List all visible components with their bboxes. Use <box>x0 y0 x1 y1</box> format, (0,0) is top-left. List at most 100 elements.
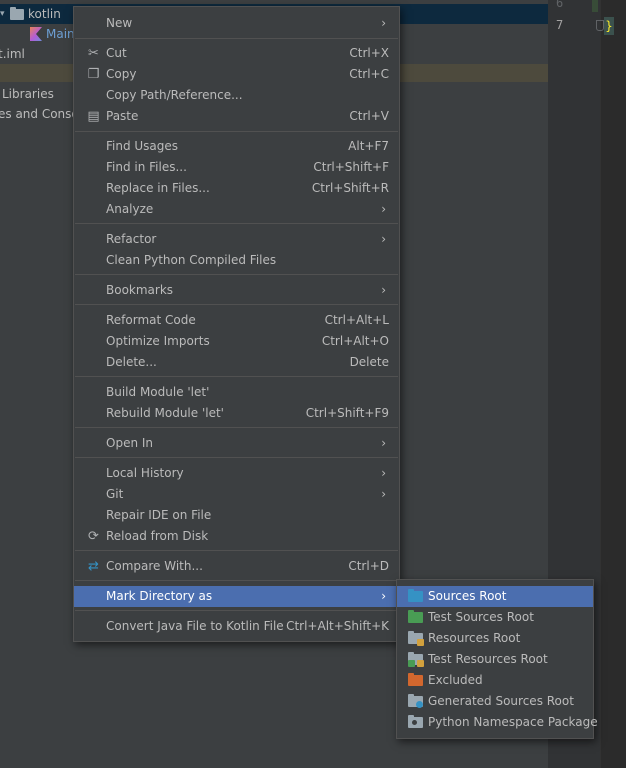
menu-item-shortcut: Ctrl+Alt+Shift+K <box>286 619 389 633</box>
menu-separator <box>75 38 398 39</box>
menu-item-reload-from-disk[interactable]: ⟳ Reload from Disk <box>74 526 399 547</box>
menu-item-clean-python[interactable]: Clean Python Compiled Files <box>74 250 399 271</box>
chevron-right-icon: › <box>381 232 386 246</box>
sources-root-icon <box>408 589 423 602</box>
cut-icon: ✂ <box>88 46 99 61</box>
menu-item-new[interactable]: New › <box>74 13 399 34</box>
mark-directory-submenu: Sources Root Test Sources Root Resources… <box>396 579 598 739</box>
menu-separator <box>75 550 398 551</box>
tree-folder-label: kotlin <box>28 7 61 21</box>
menu-item-shortcut: Ctrl+Alt+O <box>321 334 389 348</box>
menu-item-compare-with[interactable]: ⇄ Compare With... Ctrl+D <box>74 556 399 577</box>
menu-item-label: Mark Directory as <box>106 589 213 603</box>
submenu-item-excluded[interactable]: Excluded <box>397 670 593 691</box>
chevron-right-icon: › <box>381 487 386 501</box>
menu-separator <box>75 131 398 132</box>
fold-icon[interactable] <box>596 20 604 31</box>
menu-item-open-in[interactable]: Open In › <box>74 433 399 454</box>
tree-iml-label: t.iml <box>0 47 25 61</box>
chevron-right-icon: › <box>381 589 386 603</box>
menu-item-shortcut: Alt+F7 <box>348 139 389 153</box>
resources-badge-icon <box>417 660 424 667</box>
test-badge-icon <box>408 660 415 667</box>
menu-item-shortcut: Ctrl+Alt+L <box>324 313 389 327</box>
menu-item-label: Rebuild Module 'let' <box>106 406 224 420</box>
chevron-right-icon: › <box>381 283 386 297</box>
menu-item-mark-directory-as[interactable]: Mark Directory as › <box>74 586 399 607</box>
submenu-item-sources-root[interactable]: Sources Root <box>397 586 593 607</box>
submenu-item-label: Excluded <box>428 673 483 687</box>
menu-item-label: Clean Python Compiled Files <box>106 253 277 267</box>
menu-item-label: Paste <box>106 109 139 123</box>
chevron-right-icon: › <box>381 202 386 216</box>
tree-file-label: Main <box>46 27 75 41</box>
menu-separator <box>75 304 398 305</box>
menu-item-shortcut: Ctrl+D <box>348 559 389 573</box>
menu-item-optimize-imports[interactable]: Optimize Imports Ctrl+Alt+O <box>74 331 399 352</box>
submenu-item-test-resources-root[interactable]: Test Resources Root <box>397 649 593 670</box>
menu-item-find-usages[interactable]: Find Usages Alt+F7 <box>74 136 399 157</box>
menu-item-shortcut: Ctrl+V <box>349 109 389 123</box>
menu-item-find-in-files[interactable]: Find in Files... Ctrl+Shift+F <box>74 157 399 178</box>
menu-item-label: Delete... <box>106 355 157 369</box>
menu-item-label: Refactor <box>106 232 157 246</box>
menu-item-reformat-code[interactable]: Reformat Code Ctrl+Alt+L <box>74 310 399 331</box>
submenu-item-label: Generated Sources Root <box>428 694 574 708</box>
kotlin-file-icon <box>30 27 42 41</box>
menu-item-paste[interactable]: ▤ Paste Ctrl+V <box>74 106 399 127</box>
chevron-right-icon: › <box>381 436 386 450</box>
menu-item-replace-in-files[interactable]: Replace in Files... Ctrl+Shift+R <box>74 178 399 199</box>
menu-item-build-module[interactable]: Build Module 'let' <box>74 382 399 403</box>
menu-item-convert-java-to-kotlin[interactable]: Convert Java File to Kotlin File Ctrl+Al… <box>74 616 399 637</box>
menu-item-git[interactable]: Git › <box>74 484 399 505</box>
tree-libraries-label: Libraries <box>2 87 54 101</box>
submenu-item-test-sources-root[interactable]: Test Sources Root <box>397 607 593 628</box>
menu-item-label: Reformat Code <box>106 313 196 327</box>
menu-item-label: New <box>106 16 133 30</box>
folder-icon <box>10 7 24 20</box>
tree-row-iml[interactable]: t.iml <box>0 44 80 64</box>
namespace-badge-icon <box>412 720 417 725</box>
menu-item-label: Compare With... <box>106 559 203 573</box>
menu-item-label: Copy Path/Reference... <box>106 88 243 102</box>
menu-item-refactor[interactable]: Refactor › <box>74 229 399 250</box>
context-menu: New › ✂ Cut Ctrl+X ❐ Copy Ctrl+C Copy Pa… <box>73 6 400 642</box>
resources-badge-icon <box>417 639 424 646</box>
line-number: 6 <box>556 0 564 10</box>
excluded-icon <box>408 673 423 686</box>
menu-item-label: Analyze <box>106 202 154 216</box>
submenu-item-label: Test Resources Root <box>428 652 548 666</box>
editor-area[interactable] <box>600 0 626 768</box>
closing-brace: } <box>604 17 614 35</box>
menu-item-cut[interactable]: ✂ Cut Ctrl+X <box>74 43 399 64</box>
menu-item-bookmarks[interactable]: Bookmarks › <box>74 280 399 301</box>
menu-item-local-history[interactable]: Local History › <box>74 463 399 484</box>
menu-separator <box>75 376 398 377</box>
menu-item-label: Reload from Disk <box>106 529 209 543</box>
submenu-item-python-namespace-package[interactable]: Python Namespace Package <box>397 712 598 733</box>
menu-item-analyze[interactable]: Analyze › <box>74 199 399 220</box>
menu-separator <box>75 610 398 611</box>
menu-item-shortcut: Ctrl+Shift+R <box>311 181 389 195</box>
expand-arrow-icon[interactable]: ▾ <box>0 4 5 24</box>
menu-item-copy-path[interactable]: Copy Path/Reference... <box>74 85 399 106</box>
menu-item-label: Repair IDE on File <box>106 508 212 522</box>
menu-item-label: Git <box>106 487 124 501</box>
tree-row-libraries[interactable]: Libraries <box>0 84 80 104</box>
menu-item-repair-ide[interactable]: Repair IDE on File <box>74 505 399 526</box>
gear-badge-icon <box>416 701 423 708</box>
submenu-item-generated-sources-root[interactable]: Generated Sources Root <box>397 691 593 712</box>
tree-row-main[interactable]: Main <box>0 24 80 44</box>
change-marker <box>592 0 598 12</box>
menu-separator <box>75 274 398 275</box>
menu-item-delete[interactable]: Delete... Delete <box>74 352 399 373</box>
test-sources-root-icon <box>408 610 423 623</box>
menu-item-copy[interactable]: ❐ Copy Ctrl+C <box>74 64 399 85</box>
menu-separator <box>75 427 398 428</box>
menu-item-label: Find in Files... <box>106 160 187 174</box>
submenu-item-resources-root[interactable]: Resources Root <box>397 628 593 649</box>
tree-row-consoles[interactable]: es and Consoles <box>0 104 96 124</box>
menu-item-rebuild-module[interactable]: Rebuild Module 'let' Ctrl+Shift+F9 <box>74 403 399 424</box>
menu-separator <box>75 223 398 224</box>
submenu-item-label: Sources Root <box>428 589 507 603</box>
